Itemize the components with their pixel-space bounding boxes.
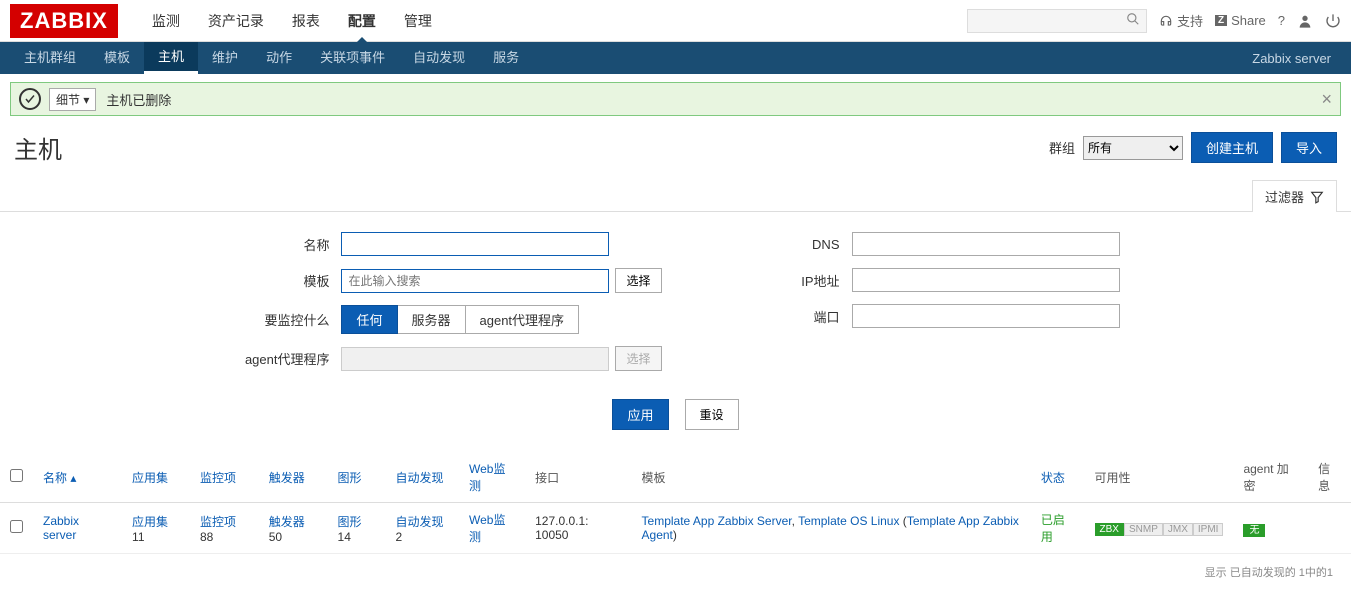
nav-inventory[interactable]: 资产记录 [194,0,278,42]
filter-dns-input[interactable] [852,232,1120,256]
discovery-count: 2 [396,530,403,544]
global-search[interactable] [967,9,1147,33]
col-discovery[interactable]: 自动发现 [386,452,459,503]
row-checkbox[interactable] [10,520,23,533]
nav-configuration[interactable]: 配置 [334,0,390,42]
filter-monitor-label: 要监控什么 [231,310,341,329]
items-link[interactable]: 监控项 [200,515,236,529]
nav-reports[interactable]: 报表 [278,0,334,42]
logout-button[interactable] [1325,13,1341,29]
table-row: Zabbix server 应用集 11 监控项 88 触发器 50 图形 14… [0,503,1351,554]
status-toggle[interactable]: 已启用 [1041,513,1065,544]
page-title: 主机 [14,130,1049,165]
logo[interactable]: ZABBIX [10,4,118,38]
col-web[interactable]: Web监测 [459,452,525,503]
main-nav: 监测 资产记录 报表 配置 管理 [138,0,967,42]
user-icon [1297,13,1313,29]
monitor-agent-button[interactable]: agent代理程序 [466,305,580,334]
encryption-badge: 无 [1243,524,1265,537]
group-select[interactable]: 所有 [1083,136,1183,160]
discovery-link[interactable]: 自动发现 [396,515,444,529]
col-triggers[interactable]: 触发器 [259,452,328,503]
subnav-services[interactable]: 服务 [479,42,533,74]
items-count: 88 [200,530,213,544]
applications-count: 11 [132,530,144,544]
subnav-actions[interactable]: 动作 [252,42,306,74]
subnav-hosts[interactable]: 主机 [144,42,198,74]
filter-port-input[interactable] [852,304,1120,328]
subnav-correlation[interactable]: 关联项事件 [306,42,399,74]
power-icon [1325,13,1341,29]
message-close-button[interactable]: × [1321,89,1332,110]
web-link[interactable]: Web监测 [469,513,505,544]
interface-value: 127.0.0.1: 10050 [525,503,631,554]
create-host-button[interactable]: 创建主机 [1191,132,1273,163]
subnav-servername: Zabbix server [1252,51,1341,66]
subnav-maintenance[interactable]: 维护 [198,42,252,74]
col-name[interactable]: 名称 ▴ [33,452,122,503]
import-button[interactable]: 导入 [1281,132,1337,163]
subnav-hostgroups[interactable]: 主机群组 [10,42,90,74]
filter-tab[interactable]: 过滤器 [1252,180,1337,212]
col-template: 模板 [632,452,1031,503]
filter-agent-label: agent代理程序 [231,349,341,368]
templates-cell: Template App Zabbix Server, Template OS … [632,503,1031,554]
filter-name-label: 名称 [231,235,341,254]
col-graphs[interactable]: 图形 [328,452,386,503]
col-interface: 接口 [525,452,631,503]
jmx-badge: JMX [1163,523,1193,536]
headset-icon [1159,14,1173,28]
col-info: 信息 [1308,452,1351,503]
filter-icon [1310,190,1324,204]
monitor-any-button[interactable]: 任何 [341,305,397,334]
message-text: 主机已删除 [106,90,171,109]
filter-dns-label: DNS [742,237,852,252]
template-link-2[interactable]: Template OS Linux [798,514,899,528]
agent-select-button: 选择 [615,346,661,371]
filter-name-input[interactable] [341,232,609,256]
template-link-1[interactable]: Template App Zabbix Server [642,514,792,528]
col-items[interactable]: 监控项 [190,452,259,503]
reset-button[interactable]: 重设 [685,399,739,430]
col-availability: 可用性 [1085,452,1234,503]
monitor-server-button[interactable]: 服务器 [398,305,466,334]
support-link[interactable]: 支持 [1159,11,1203,30]
col-applications[interactable]: 应用集 [122,452,190,503]
search-icon [1126,12,1140,29]
nav-monitoring[interactable]: 监测 [138,0,194,42]
z-icon: Z [1215,15,1227,26]
result-count: 显示 已自动发现的 1中的1 [0,554,1351,590]
filter-template-input[interactable] [341,269,609,293]
user-button[interactable] [1297,13,1313,29]
filter-template-label: 模板 [231,271,341,290]
col-status[interactable]: 状态 [1031,452,1085,503]
subnav-discovery[interactable]: 自动发现 [399,42,479,74]
graphs-count: 14 [338,530,351,544]
col-agent-enc: agent 加密 [1233,452,1308,503]
nav-administration[interactable]: 管理 [390,0,446,42]
apply-button[interactable]: 应用 [612,399,668,430]
availability-cell: ZBXSNMPJMXIPMI [1085,503,1234,554]
filter-agent-input [341,347,609,371]
template-select-button[interactable]: 选择 [615,268,661,293]
message-detail-button[interactable]: 细节 ▾ [49,88,96,111]
applications-link[interactable]: 应用集 [132,515,168,529]
filter-ip-input[interactable] [852,268,1120,292]
triggers-count: 50 [269,530,282,544]
select-all-checkbox[interactable] [10,469,23,482]
check-icon [19,88,41,110]
snmp-badge: SNMP [1124,523,1163,536]
success-message: 细节 ▾ 主机已删除 × [10,82,1341,116]
help-button[interactable]: ? [1278,13,1285,28]
triggers-link[interactable]: 触发器 [269,515,305,529]
ipmi-badge: IPMI [1193,523,1224,536]
graphs-link[interactable]: 图形 [338,515,362,529]
host-name-link[interactable]: Zabbix server [43,514,79,542]
share-link[interactable]: Z Share [1215,13,1266,28]
zbx-badge: ZBX [1095,523,1124,536]
group-label: 群组 [1049,138,1075,157]
filter-port-label: 端口 [742,307,852,326]
subnav-templates[interactable]: 模板 [90,42,144,74]
filter-ip-label: IP地址 [742,271,852,290]
